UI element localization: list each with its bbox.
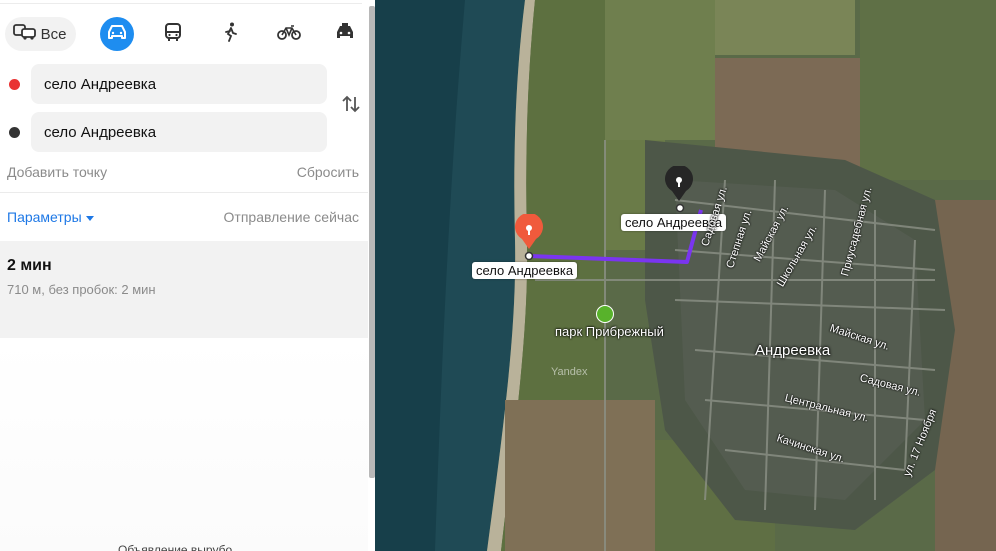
car-bus-icon — [12, 23, 37, 45]
panel-top-edge — [0, 0, 362, 4]
route-duration: 2 мин — [7, 257, 52, 274]
to-input[interactable] — [31, 112, 327, 152]
route-panel: Все село Андреевка село Андреевка Добави… — [0, 0, 371, 551]
to-point-row — [0, 112, 330, 152]
town-label: Андреевка — [755, 342, 831, 359]
transport-mode-bar: Все — [5, 16, 363, 52]
taxi-icon — [334, 22, 356, 47]
start-pin-icon[interactable] — [514, 212, 544, 255]
departure-time-selector[interactable]: Отправление сейчас — [224, 209, 359, 225]
satellite-map[interactable]: село Андреевка село Андреевка парк Прибр… — [375, 0, 996, 551]
from-input[interactable] — [31, 64, 327, 104]
bike-mode-button[interactable] — [272, 17, 306, 51]
panel-empty-area — [0, 338, 368, 551]
bus-icon — [163, 22, 183, 47]
car-mode-button[interactable] — [100, 17, 134, 51]
all-modes-label: Все — [40, 25, 67, 43]
transit-mode-button[interactable] — [156, 17, 190, 51]
end-pin-icon[interactable] — [664, 164, 694, 207]
park-label: парк Прибрежный — [555, 324, 664, 339]
start-point-marker — [9, 79, 20, 90]
end-point-marker — [9, 127, 20, 138]
params-dropdown[interactable]: Параметры — [7, 209, 94, 225]
point-actions: Добавить точку Сбросить — [0, 164, 362, 182]
from-point-row — [0, 64, 330, 104]
taxi-mode-button[interactable] — [328, 17, 362, 51]
map-watermark: Yandex — [551, 366, 588, 378]
bottom-banner-text: Объявление вырубо — [118, 543, 233, 551]
caret-down-icon — [85, 215, 94, 221]
params-label: Параметры — [7, 209, 82, 225]
walk-mode-button[interactable] — [214, 17, 248, 51]
walking-icon — [223, 22, 239, 47]
route-details: 710 м, без пробок: 2 мин — [7, 282, 156, 297]
start-point-label: село Андреевка — [472, 262, 578, 279]
swap-points-button[interactable] — [340, 93, 362, 115]
car-icon — [106, 23, 128, 46]
divider — [0, 192, 368, 193]
swap-arrows-icon — [340, 95, 362, 119]
reset-link[interactable]: Сбросить — [297, 164, 359, 180]
route-option-card[interactable]: 2 мин 710 м, без пробок: 2 мин — [0, 241, 368, 338]
bicycle-icon — [277, 23, 301, 46]
park-tree-icon[interactable] — [596, 305, 614, 323]
all-modes-button[interactable]: Все — [5, 17, 76, 51]
options-row: Параметры Отправление сейчас — [0, 209, 362, 229]
add-point-link[interactable]: Добавить точку — [7, 164, 107, 180]
